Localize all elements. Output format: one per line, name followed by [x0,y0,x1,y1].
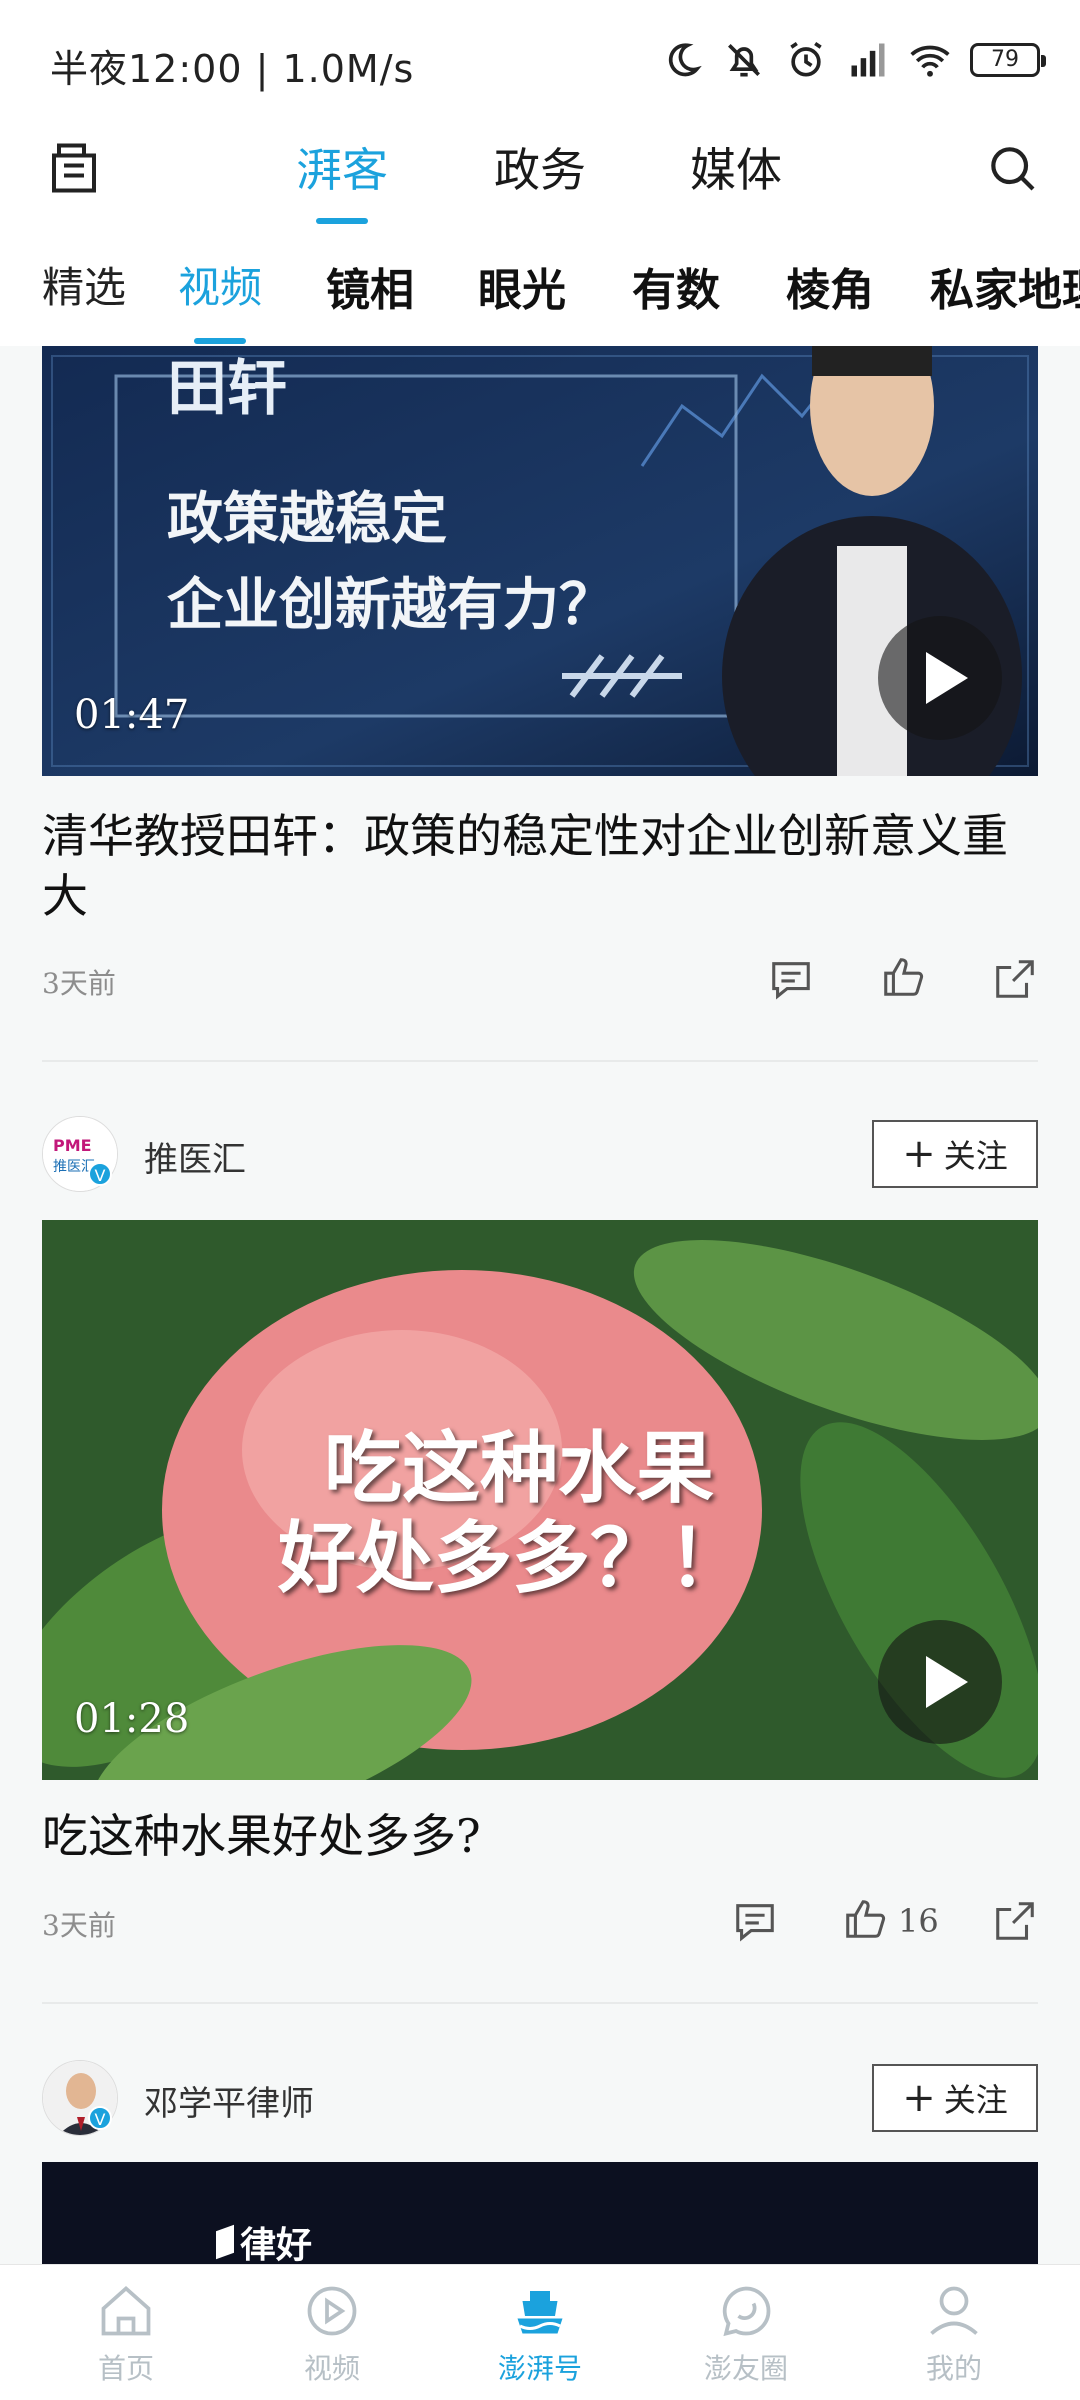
tab-meiti[interactable]: 媒体 [690,134,782,200]
bottom-nav-label: 我的 [925,2352,982,2385]
tab-zhengwu[interactable]: 政务 [494,134,586,200]
user-icon [930,2286,978,2335]
author-name[interactable]: 推医汇 [144,1132,246,1181]
moon-icon [668,43,702,77]
follow-button[interactable]: + 关注 [872,2064,1038,2132]
search-icon[interactable] [984,140,1040,196]
battery-icon: 79 [970,43,1046,77]
subscription-icon[interactable] [44,138,104,198]
author-name[interactable]: 邓学平律师 [144,2076,314,2125]
svg-text:PME: PME [53,1136,92,1155]
subtab-shipin[interactable]: 视频 [178,254,262,315]
like-icon[interactable] [842,1896,888,1942]
brand-mark-icon [216,2224,234,2260]
verified-badge-icon: V [88,1162,112,1186]
bottom-nav: 首页 视频 澎湃号 澎友圈 我的 [0,2264,1080,2400]
post-time: 3天前 [42,967,116,1000]
alarm-icon [790,41,822,77]
subtab-lengjiao[interactable]: 棱角 [786,254,874,318]
video-thumbnail[interactable]: 田轩 政策越稳定 企业创新越有力？ 01:47 [42,346,1038,776]
tab-paike[interactable]: 湃客 [296,134,388,200]
bottom-nav-label: 视频 [303,2352,360,2385]
verified-badge-icon: V [88,2106,112,2130]
share-icon[interactable] [992,1898,1038,1944]
signal-icon [851,43,885,77]
video-title[interactable]: 吃这种水果好处多多? [42,1806,1042,1866]
thumbnail-caption-line2: 企业创新越有力？ [167,572,615,638]
bottom-nav-video[interactable]: 视频 [224,2265,440,2400]
video-thumbnail[interactable]: 吃这种水果 好处多多？！ 01:28 [42,1220,1038,1780]
bottom-nav-label: 澎友圈 [703,2352,788,2385]
follow-label: 关注 [943,2081,1008,2119]
plus-icon: + [902,1131,936,1177]
subtab-jingxiang[interactable]: 镜相 [326,254,414,318]
follow-label: 关注 [943,1137,1008,1175]
chat-bubble-icon [722,2286,771,2337]
video-duration: 01:28 [74,1696,190,1742]
follow-button[interactable]: + 关注 [872,1120,1038,1188]
subtab-yanguang[interactable]: 眼光 [478,254,566,318]
post-time: 3天前 [42,1909,116,1942]
video-play-icon [307,2286,357,2336]
bottom-nav-pengpaihao[interactable]: 澎湃号 [432,2265,648,2400]
status-icons: 79 [660,38,1046,82]
bottom-nav-label: 首页 [97,2352,154,2385]
subtab-indicator [194,338,246,344]
thumbnail-caption: 律好 [240,2225,313,2266]
share-icon[interactable] [992,956,1038,1002]
video-duration: 01:47 [74,692,190,738]
thumbnail-caption-name: 田轩 [167,354,287,424]
ship-icon [517,2291,563,2334]
like-icon[interactable] [880,954,926,1000]
bell-off-icon [728,44,760,77]
video-title[interactable]: 清华教授田轩：政策的稳定性对企业创新意义重大 [42,806,1042,926]
status-bar: 半夜12:00 | 1.0M/s 79 [0,0,1080,120]
plus-icon: + [902,2075,936,2121]
thumbnail-caption-line1: 政策越稳定 [167,486,447,552]
top-nav: 湃客 政务 媒体 [0,120,1080,230]
bottom-nav-pengyouquan[interactable]: 澎友圈 [638,2265,854,2400]
comment-icon[interactable] [732,1898,778,1944]
card-divider [42,2002,1038,2004]
wifi-icon [910,45,950,77]
comment-icon[interactable] [768,956,814,1002]
bottom-nav-home[interactable]: 首页 [18,2265,234,2400]
status-time-speed: 半夜12:00 | 1.0M/s [50,47,415,91]
home-icon [101,2285,151,2336]
bottom-nav-label: 澎湃号 [497,2352,582,2385]
subtab-youshu[interactable]: 有数 [632,254,720,318]
play-button[interactable] [878,1620,1002,1744]
thumbnail-caption-line2: 好处多多？！ [278,1513,747,1604]
bottom-nav-profile[interactable]: 我的 [846,2265,1062,2400]
top-tab-indicator [316,218,368,224]
subtab-sijiadili[interactable]: 私家地理 [930,254,1080,318]
sub-nav: 精选 视频 镜相 眼光 有数 棱角 私家地理 [0,230,1080,346]
video-thumbnail[interactable]: 律好 [42,2162,1038,2272]
card-divider [42,1060,1038,1062]
like-count: 16 [898,1902,939,1940]
play-button[interactable] [878,616,1002,740]
subtab-jingxuan[interactable]: 精选 [42,254,126,315]
